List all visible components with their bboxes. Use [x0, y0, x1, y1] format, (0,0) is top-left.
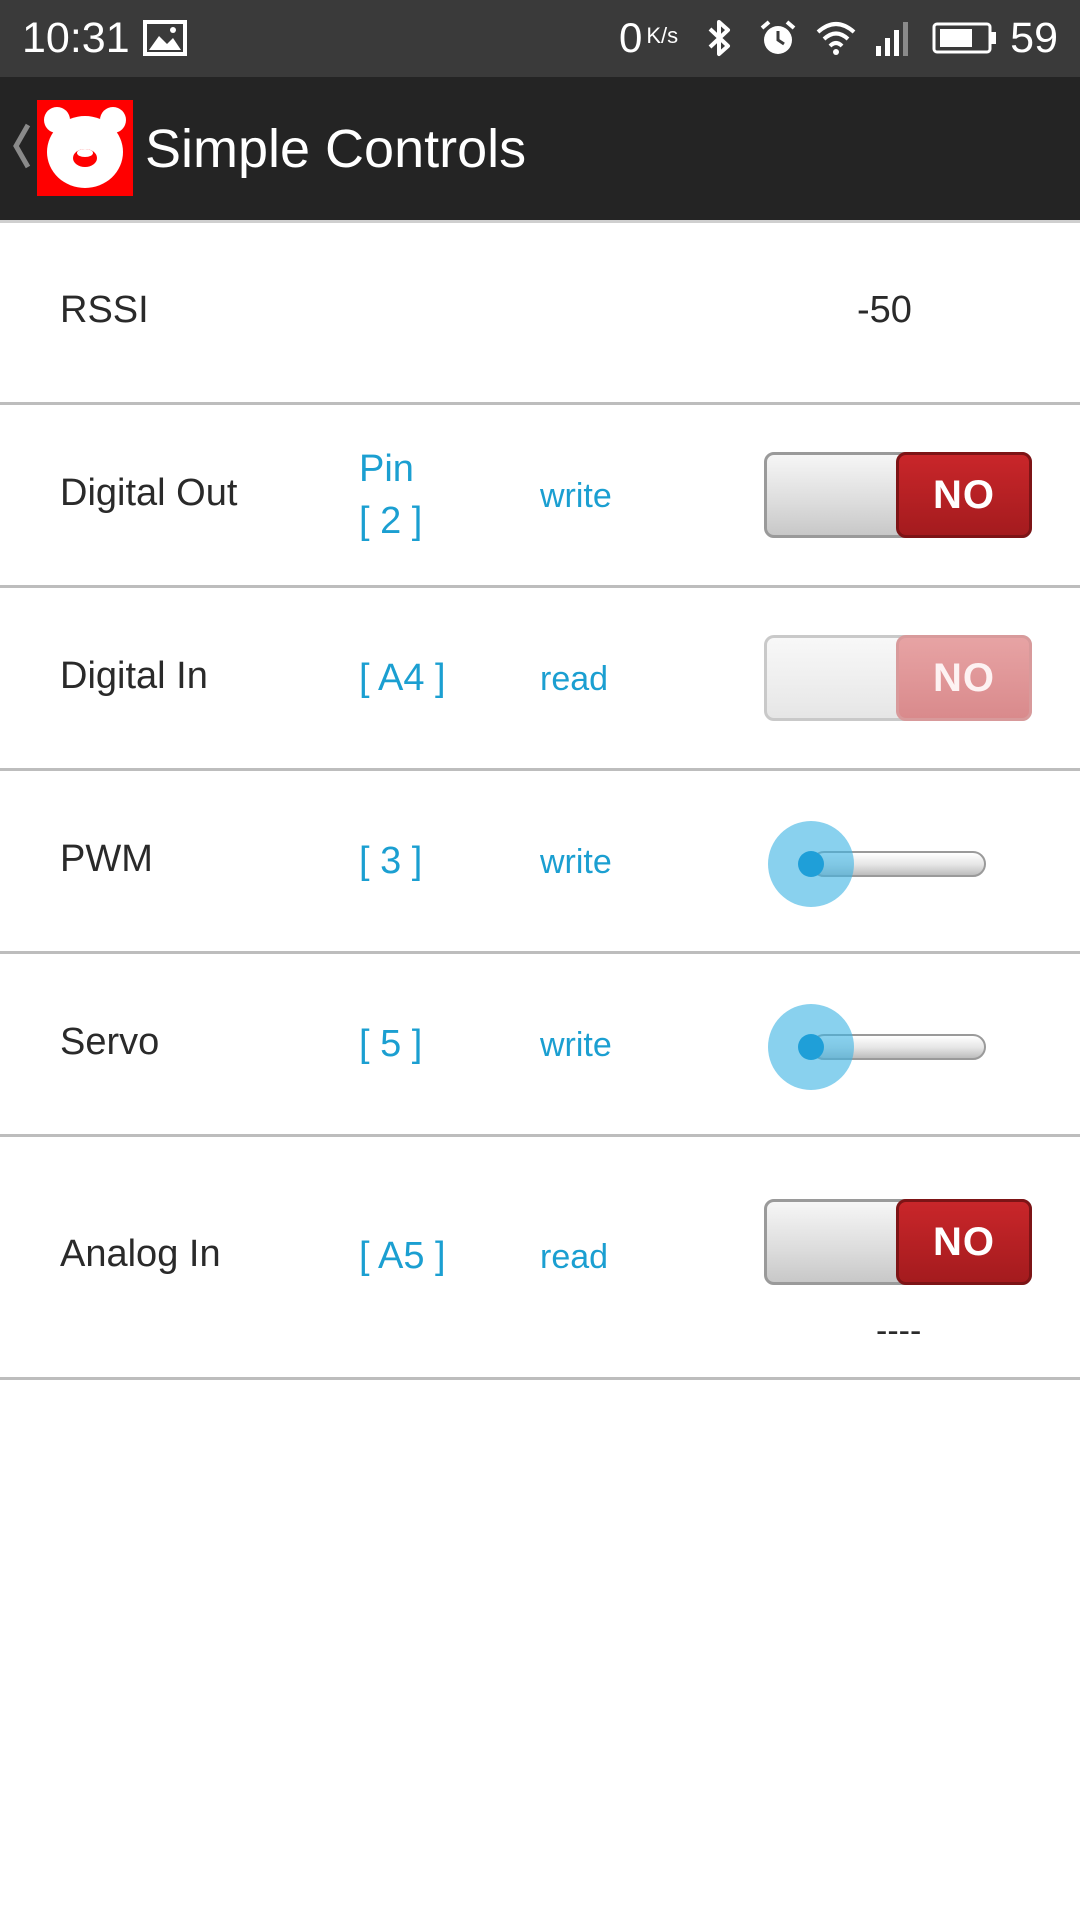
cellular-4g-icon	[876, 22, 909, 56]
alarm-icon	[760, 20, 796, 54]
servo-slider[interactable]	[768, 1004, 988, 1090]
back-chevron-icon[interactable]	[10, 121, 32, 171]
digital-out-toggle[interactable]: NO	[764, 452, 1032, 538]
app-logo[interactable]	[37, 100, 133, 196]
analog-in-pin: [ A5 ]	[359, 1235, 446, 1277]
battery-icon	[932, 22, 997, 54]
digital-out-mode: write	[540, 477, 612, 515]
rssi-label: RSSI	[60, 289, 149, 331]
wifi-icon	[816, 22, 856, 55]
pwm-mode: write	[540, 843, 612, 881]
pwm-label: PWM	[60, 838, 153, 880]
status-bar: 10:31 0 K/s 59	[0, 0, 1080, 77]
status-right-group: 0 K/s 59	[619, 12, 1058, 64]
servo-pin: [ 5 ]	[359, 1023, 423, 1065]
rssi-value: -50	[857, 289, 912, 331]
battery-level: 59	[1010, 14, 1058, 62]
digital-in-row: Digital In [ A4 ] read NO	[0, 588, 1080, 771]
bluetooth-icon	[708, 20, 731, 56]
net-speed-value: 0	[619, 14, 643, 61]
app-title: Simple Controls	[145, 119, 527, 179]
analog-in-label: Analog In	[60, 1233, 221, 1275]
net-speed-unit: K/s	[646, 23, 679, 48]
digital-out-toggle-knob: NO	[896, 452, 1032, 538]
pwm-slider[interactable]	[768, 821, 988, 907]
pwm-pin: [ 3 ]	[359, 840, 423, 882]
digital-out-pin-line1: Pin	[359, 448, 414, 490]
digital-in-pin: [ A4 ]	[359, 657, 446, 699]
analog-in-toggle-knob: NO	[896, 1199, 1032, 1285]
analog-in-mode: read	[540, 1238, 609, 1276]
pwm-row: PWM [ 3 ] write	[0, 771, 1080, 954]
digital-out-pin-line2: [ 2 ]	[359, 500, 423, 542]
digital-out-label: Digital Out	[60, 472, 238, 514]
digital-in-label: Digital In	[60, 655, 208, 697]
app-bar: Simple Controls	[0, 77, 1080, 220]
rssi-row: RSSI -50	[0, 223, 1080, 405]
status-time: 10:31	[22, 14, 130, 62]
analog-in-row: Analog In [ A5 ] read NO ----	[0, 1137, 1080, 1380]
bear-logo-icon	[44, 107, 126, 188]
pwm-slider-thumb[interactable]	[798, 851, 824, 877]
analog-in-reading: ----	[876, 1312, 922, 1350]
analog-in-toggle[interactable]: NO	[764, 1199, 1032, 1285]
digital-out-row: Digital Out Pin [ 2 ] write NO	[0, 405, 1080, 588]
digital-in-toggle-knob: NO	[896, 635, 1032, 721]
servo-mode: write	[540, 1026, 612, 1064]
image-icon	[143, 20, 187, 56]
digital-in-mode: read	[540, 660, 609, 698]
servo-slider-thumb[interactable]	[798, 1034, 824, 1060]
digital-in-toggle: NO	[764, 635, 1032, 721]
servo-label: Servo	[60, 1021, 160, 1063]
servo-row: Servo [ 5 ] write	[0, 954, 1080, 1137]
